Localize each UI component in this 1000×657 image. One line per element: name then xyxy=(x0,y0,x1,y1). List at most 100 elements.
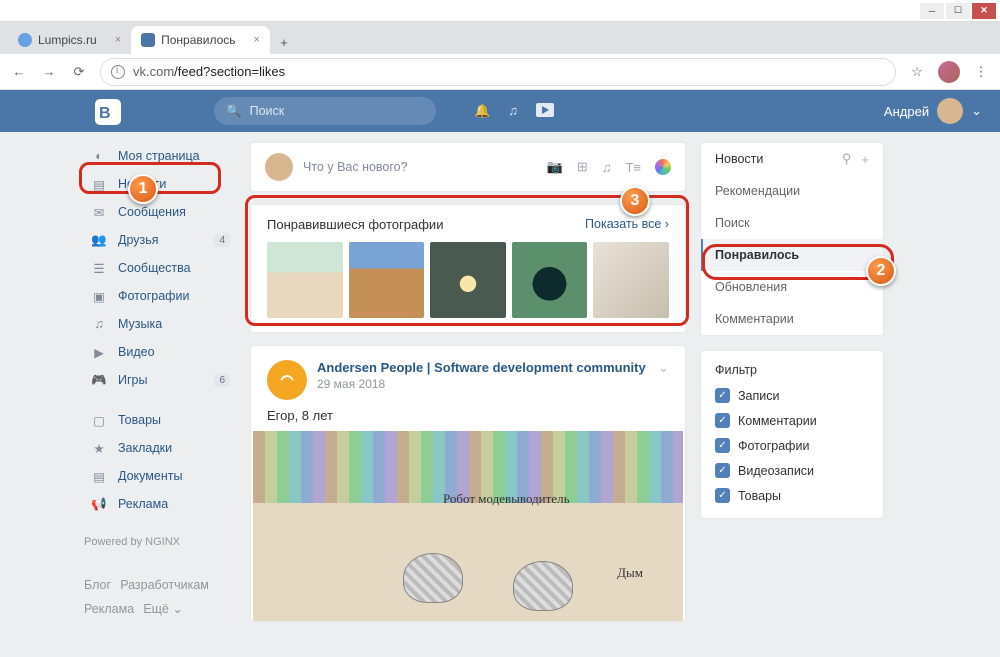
feed-post: Andersen People | Software development c… xyxy=(250,345,686,622)
right-nav-header[interactable]: Новости ⚲ + xyxy=(701,143,883,175)
new-tab-button[interactable]: + xyxy=(270,30,298,54)
badge-count: 4 xyxy=(214,234,230,247)
sidebar-item-profile[interactable]: ◐Моя страница xyxy=(84,142,236,170)
sidebar-item-messages[interactable]: ✉Сообщения xyxy=(84,198,236,226)
photo-thumb[interactable] xyxy=(267,242,343,318)
filter-title: Фильтр xyxy=(701,351,883,383)
footer-link-more[interactable]: Ещё ⌄ xyxy=(143,602,183,616)
browser-tab-active[interactable]: Понравилось × xyxy=(131,26,270,54)
footer-link-ads[interactable]: Реклама xyxy=(84,602,134,616)
attach-music-icon[interactable]: ♫ xyxy=(602,160,612,175)
sidebar-item-label: Музыка xyxy=(118,317,162,331)
sidebar-item-music[interactable]: ♫ Музыка xyxy=(84,310,236,338)
window-close-button[interactable]: ✕ xyxy=(972,3,996,19)
url-text: vk.com/feed?section=likes xyxy=(133,64,285,79)
sidebar-item-friends[interactable]: 👥 Друзья 4 xyxy=(84,226,236,254)
username-label: Андрей xyxy=(884,104,929,119)
window-maximize-button[interactable]: ☐ xyxy=(946,3,970,19)
annotation-marker: 2 xyxy=(866,256,896,286)
browser-menu-button[interactable]: ⋮ xyxy=(972,64,990,80)
sidebar-item-groups[interactable]: ☰ Сообщества xyxy=(84,254,236,282)
browser-tabstrip: Lumpics.ru × Понравилось × + xyxy=(0,22,1000,54)
user-menu[interactable]: Андрей ⌄ xyxy=(884,98,982,124)
notifications-icon[interactable]: 🔔 xyxy=(474,103,490,119)
attach-more-icon[interactable] xyxy=(655,159,671,175)
checkbox-checked-icon: ✓ xyxy=(715,438,730,453)
filter-option-videos[interactable]: ✓Видеозаписи xyxy=(701,458,883,483)
groups-icon: ☰ xyxy=(90,261,108,276)
vk-logo-icon[interactable]: B xyxy=(95,99,121,125)
search-input[interactable]: 🔍 Поиск xyxy=(214,97,436,125)
plus-icon[interactable]: + xyxy=(861,152,869,167)
filter-option-comments[interactable]: ✓Комментарии xyxy=(701,408,883,433)
tab-close-icon[interactable]: × xyxy=(254,34,260,46)
music-player-icon[interactable]: ♫ xyxy=(508,103,518,119)
address-bar[interactable]: vk.com/feed?section=likes xyxy=(100,58,896,86)
games-icon: 🎮 xyxy=(90,373,108,388)
post-more-icon[interactable]: ⌄ xyxy=(658,360,669,376)
sidebar-item-video[interactable]: ▶Видео xyxy=(84,338,236,366)
attach-video-icon[interactable]: ⊞ xyxy=(577,159,588,175)
filter-option-goods[interactable]: ✓Товары xyxy=(701,483,883,508)
chevron-down-icon: ⌄ xyxy=(971,103,982,119)
sidebar-item-photos[interactable]: ▣Фотографии xyxy=(84,282,236,310)
sidebar-item-ads[interactable]: 📢Реклама xyxy=(84,490,236,518)
photo-thumb[interactable] xyxy=(349,242,425,318)
profile-avatar-icon[interactable] xyxy=(938,61,960,83)
bookmark-star-icon[interactable]: ☆ xyxy=(908,64,926,80)
footer-link-blog[interactable]: Блог xyxy=(84,578,111,592)
music-icon: ♫ xyxy=(90,317,108,331)
post-author-link[interactable]: Andersen People | Software development c… xyxy=(317,360,646,375)
forward-button[interactable]: → xyxy=(40,64,58,79)
post-date-label: 29 мая 2018 xyxy=(317,377,646,391)
right-nav-item-updates[interactable]: Обновления xyxy=(701,271,883,303)
powered-by-label: Powered by NGINX xyxy=(84,532,236,553)
sidebar-item-news[interactable]: ▤Новости xyxy=(84,170,236,198)
right-nav-item-liked[interactable]: Понравилось xyxy=(701,239,883,271)
post-author-avatar-icon[interactable] xyxy=(267,360,307,400)
sidebar-item-label: Фотографии xyxy=(118,289,189,303)
window-titlebar: ─ ☐ ✕ xyxy=(0,0,1000,22)
sidebar-item-games[interactable]: 🎮Игры6 xyxy=(84,366,236,394)
right-nav-item-search[interactable]: Поиск xyxy=(701,207,883,239)
attach-photo-icon[interactable]: 📷 xyxy=(547,159,563,175)
video-play-icon[interactable] xyxy=(536,103,554,119)
right-nav-item-comments[interactable]: Комментарии xyxy=(701,303,883,335)
site-info-icon[interactable] xyxy=(111,65,125,79)
filter-option-posts[interactable]: ✓Записи xyxy=(701,383,883,408)
sidebar-item-bookmarks[interactable]: ★Закладки xyxy=(84,434,236,462)
badge-count: 6 xyxy=(214,374,230,387)
window-minimize-button[interactable]: ─ xyxy=(920,3,944,19)
block-title-label: Понравившиеся фотографии xyxy=(267,217,443,232)
show-all-link[interactable]: Показать все › xyxy=(585,217,669,232)
back-button[interactable]: ← xyxy=(10,64,28,79)
sidebar-item-label: Сообщества xyxy=(118,261,191,275)
sidebar-item-docs[interactable]: ▤ Документы xyxy=(84,462,236,490)
image-annotation: Робот модевыводитель xyxy=(443,491,570,507)
right-nav-item-recs[interactable]: Рекомендации xyxy=(701,175,883,207)
composer[interactable]: Что у Вас нового? 📷 ⊞ ♫ T≡ xyxy=(250,142,686,192)
sidebar-item-market[interactable]: ▢Товары xyxy=(84,406,236,434)
post-image[interactable]: Робот модевыводитель Дым xyxy=(253,431,683,621)
browser-tab[interactable]: Lumpics.ru × xyxy=(8,26,131,54)
photo-thumb[interactable] xyxy=(593,242,669,318)
bookmark-icon: ★ xyxy=(90,441,108,456)
footer-link-devs[interactable]: Разработчикам xyxy=(120,578,209,592)
search-placeholder: Поиск xyxy=(250,104,285,118)
news-icon: ▤ xyxy=(90,177,108,192)
sidebar-item-label: Документы xyxy=(118,469,182,483)
svg-text:B: B xyxy=(99,105,111,122)
photo-thumb[interactable] xyxy=(430,242,506,318)
sidebar-item-label: Друзья xyxy=(118,233,159,247)
attach-text-icon[interactable]: T≡ xyxy=(625,160,641,175)
friends-icon: 👥 xyxy=(90,233,108,248)
sidebar-footer: Powered by NGINX Блог Разработчикам Рекл… xyxy=(84,532,236,621)
reload-button[interactable]: ⟳ xyxy=(70,64,88,80)
photo-thumb[interactable] xyxy=(512,242,588,318)
filter-option-photos[interactable]: ✓Фотографии xyxy=(701,433,883,458)
docs-icon: ▤ xyxy=(90,469,108,484)
tab-close-icon[interactable]: × xyxy=(115,34,121,46)
composer-placeholder: Что у Вас нового? xyxy=(303,160,533,174)
filter-icon[interactable]: ⚲ xyxy=(842,151,852,167)
user-avatar-icon xyxy=(937,98,963,124)
